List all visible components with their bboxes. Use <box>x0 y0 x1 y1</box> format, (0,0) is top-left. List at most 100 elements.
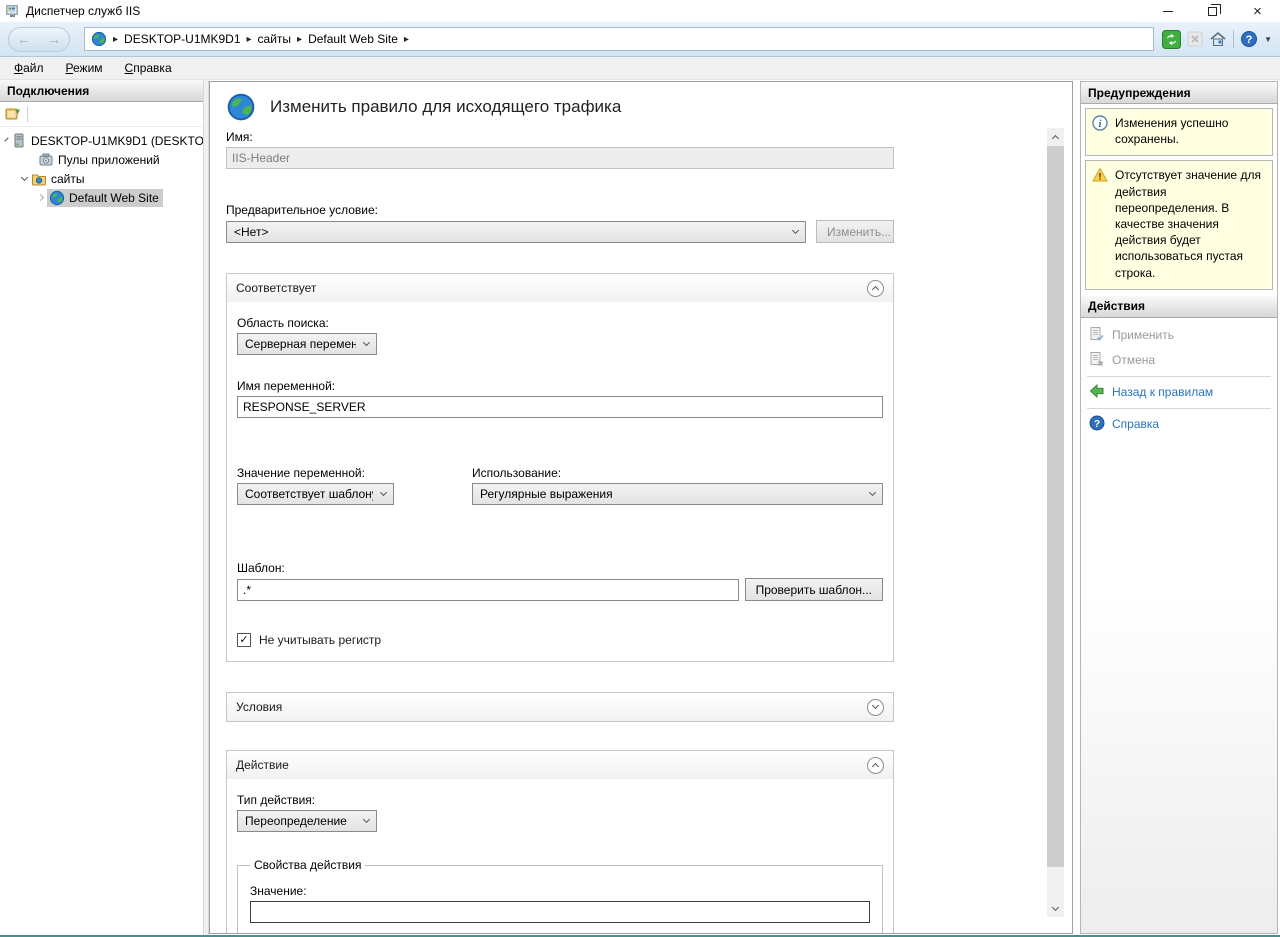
alert-text: Отсутствует значение для действия переоп… <box>1115 167 1266 280</box>
menu-help[interactable]: Справка <box>125 61 172 75</box>
chevron-down-icon <box>869 489 876 496</box>
help-action[interactable]: ? Справка <box>1081 412 1277 437</box>
connections-tree: DESKTOP-U1MK9D1 (DESKTOP Пулы приложений… <box>0 127 203 207</box>
alert-warning: ! Отсутствует значение для действия пере… <box>1085 160 1273 289</box>
refresh-icon[interactable] <box>1162 30 1181 49</box>
scroll-up-button[interactable] <box>1047 128 1064 145</box>
actions-header: Действия <box>1081 296 1277 318</box>
cancel-label: Отмена <box>1112 353 1155 367</box>
precondition-value: <Нет> <box>234 225 268 239</box>
globe-icon <box>91 31 107 47</box>
window-title: Диспетчер служб IIS <box>26 4 1145 18</box>
ignore-case-checkbox[interactable]: ✓ <box>237 633 251 647</box>
connections-header: Подключения <box>0 80 203 102</box>
variable-value-label: Значение переменной: <box>237 466 462 480</box>
using-label: Использование: <box>472 466 883 480</box>
breadcrumb-item-sites[interactable]: сайты <box>258 32 292 46</box>
tree-item-app-pools[interactable]: Пулы приложений <box>0 150 203 169</box>
match-section-title: Соответствует <box>236 281 316 295</box>
using-select[interactable]: Регулярные выражения <box>472 483 883 505</box>
navigation-buttons: ← → <box>8 27 70 52</box>
sites-folder-icon <box>31 171 47 187</box>
match-section: Соответствует Область поиска: Серверная … <box>226 273 894 662</box>
action-properties-legend: Свойства действия <box>250 858 365 872</box>
toolbar-separator <box>1233 30 1234 48</box>
breadcrumb-item-server[interactable]: DESKTOP-U1MK9D1 <box>124 32 240 46</box>
collapse-section-icon[interactable] <box>867 280 884 297</box>
expanded-chevron-icon[interactable] <box>4 137 8 141</box>
conditions-section-header[interactable]: Условия <box>227 693 893 721</box>
tree-item-label: Пулы приложений <box>58 153 160 167</box>
chevron-down-icon <box>363 816 370 823</box>
action-type-value: Переопределение <box>245 814 347 828</box>
help-dropdown-arrow-icon[interactable]: ▼ <box>1264 35 1272 44</box>
breadcrumb-arrow-icon: ▸ <box>247 34 252 45</box>
tree-item-label: DESKTOP-U1MK9D1 (DESKTOP <box>31 134 203 148</box>
restore-icon <box>1208 7 1217 16</box>
selected-tree-item[interactable]: Default Web Site <box>47 189 163 207</box>
tree-item-sites[interactable]: сайты <box>0 169 203 188</box>
scope-label: Область поиска: <box>237 316 883 330</box>
menu-view[interactable]: Режим <box>66 61 103 75</box>
home-icon[interactable] <box>1209 30 1227 48</box>
ignore-case-label: Не учитывать регистр <box>259 633 381 647</box>
precondition-label: Предварительное условие: <box>226 203 894 217</box>
test-pattern-button[interactable]: Проверить шаблон... <box>745 578 883 601</box>
breadcrumb-arrow-icon: ▸ <box>297 34 302 45</box>
expand-section-icon[interactable] <box>867 699 884 716</box>
alerts-header: Предупреждения <box>1081 82 1277 104</box>
tree-item-default-web-site[interactable]: Default Web Site <box>0 188 203 207</box>
actions-separator <box>1087 376 1271 377</box>
tree-item-server[interactable]: DESKTOP-U1MK9D1 (DESKTOP <box>0 131 203 150</box>
forward-button: → <box>47 32 61 46</box>
collapsed-chevron-icon[interactable] <box>37 194 44 201</box>
back-arrow-icon <box>1089 383 1105 402</box>
minimize-button[interactable] <box>1145 0 1190 22</box>
help-icon: ? <box>1089 415 1105 434</box>
server-icon <box>11 133 27 149</box>
tree-item-label: Default Web Site <box>69 191 159 205</box>
expanded-chevron-icon[interactable] <box>21 173 28 180</box>
name-label: Имя: <box>226 130 894 144</box>
menu-file[interactable]: Файл <box>14 61 44 75</box>
close-button[interactable]: × <box>1235 0 1280 22</box>
help-icon[interactable]: ? <box>1240 30 1258 48</box>
precondition-select[interactable]: <Нет> <box>226 221 806 243</box>
scrollbar-thumb[interactable] <box>1047 146 1064 867</box>
collapse-section-icon[interactable] <box>867 757 884 774</box>
scope-value: Серверная переменн <box>245 337 356 351</box>
page-title: Изменить правило для исходящего трафика <box>270 97 621 117</box>
site-globe-icon <box>49 190 65 206</box>
pattern-input[interactable] <box>237 579 739 601</box>
conditions-section-title: Условия <box>236 700 282 714</box>
chevron-down-icon <box>792 226 799 233</box>
variable-name-label: Имя переменной: <box>237 379 883 393</box>
scope-select[interactable]: Серверная переменн <box>237 333 377 355</box>
svg-text:!: ! <box>1099 172 1102 182</box>
minimize-icon <box>1163 11 1173 12</box>
back-to-rules-action[interactable]: Назад к правилам <box>1081 380 1277 405</box>
breadcrumb[interactable]: ▸ DESKTOP-U1MK9D1 ▸ сайты ▸ Default Web … <box>84 27 1154 51</box>
main-panel: Изменить правило для исходящего трафика … <box>209 81 1073 934</box>
iis-app-icon <box>5 3 21 19</box>
back-to-rules-label: Назад к правилам <box>1112 385 1213 399</box>
value-input[interactable] <box>250 901 870 923</box>
scroll-down-button[interactable] <box>1047 900 1064 917</box>
action-section-header[interactable]: Действие <box>227 751 893 779</box>
connections-panel: Подключения DESKTOP-U1MK9D1 (DESKTOP Пул… <box>0 80 203 935</box>
action-section: Действие Тип действия: Переопределение С… <box>226 750 894 934</box>
vertical-scrollbar[interactable] <box>1047 128 1064 917</box>
match-section-header[interactable]: Соответствует <box>227 274 893 302</box>
app-pools-icon <box>38 152 54 168</box>
variable-value-select[interactable]: Соответствует шаблону <box>237 483 394 505</box>
create-connection-icon[interactable] <box>5 106 21 122</box>
variable-name-input[interactable] <box>237 396 883 418</box>
restore-button[interactable] <box>1190 0 1235 22</box>
actions-separator <box>1087 408 1271 409</box>
breadcrumb-arrow-icon: ▸ <box>113 34 118 45</box>
tree-item-label: сайты <box>51 172 85 186</box>
breadcrumb-item-site[interactable]: Default Web Site <box>308 32 398 46</box>
svg-text:?: ? <box>1246 34 1253 46</box>
apply-icon <box>1089 326 1105 345</box>
action-type-select[interactable]: Переопределение <box>237 810 377 832</box>
